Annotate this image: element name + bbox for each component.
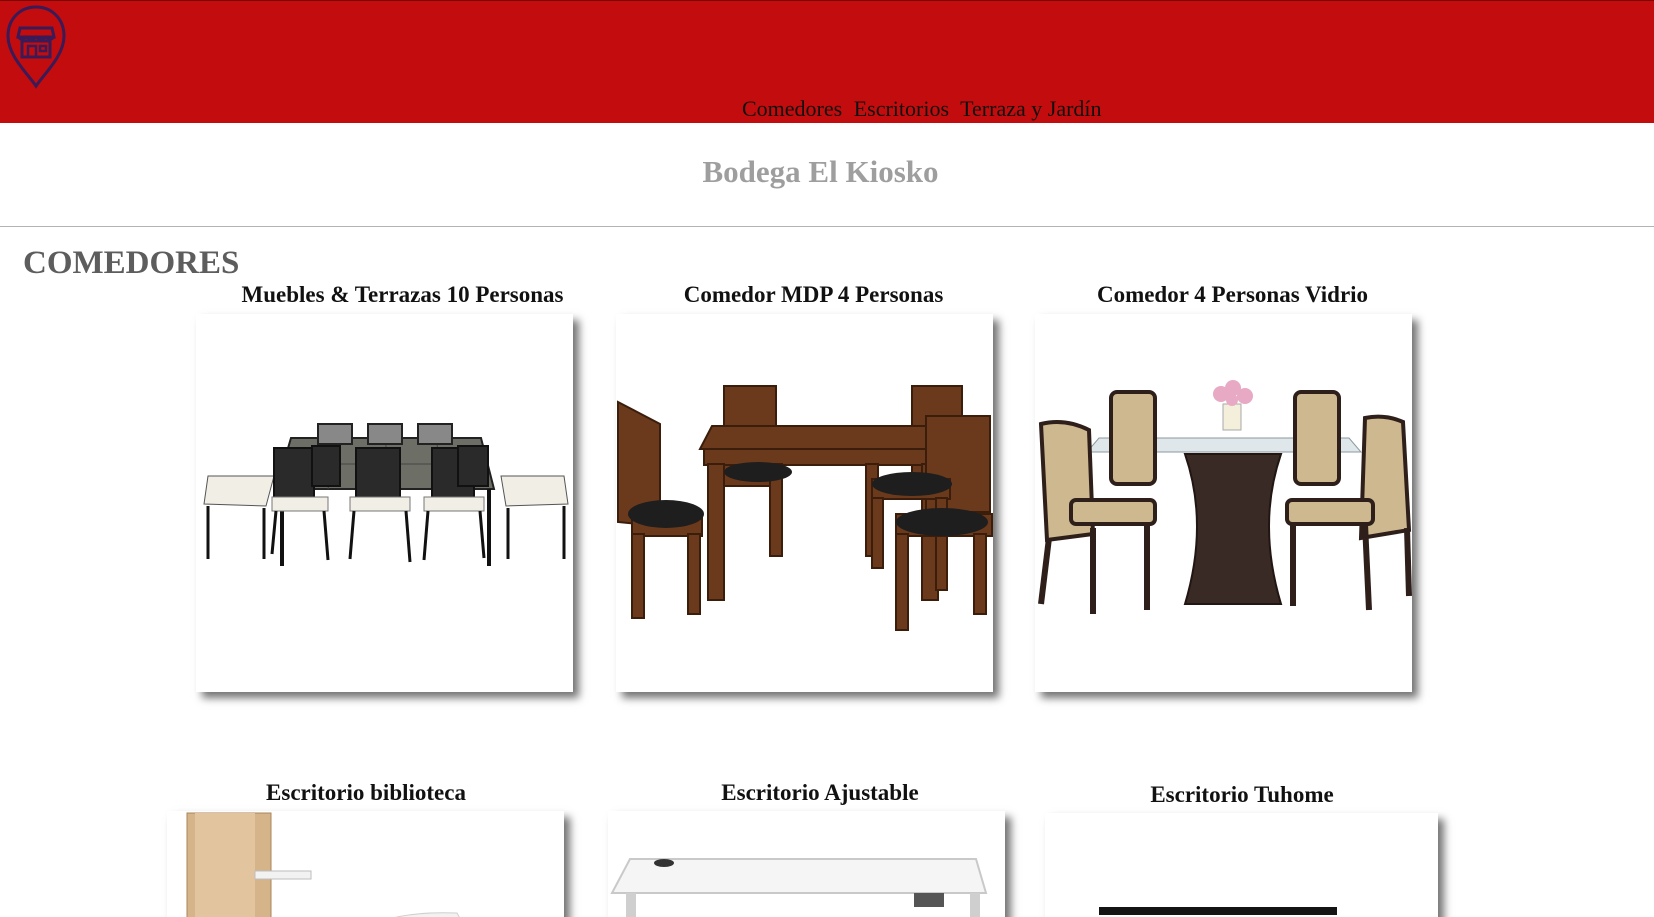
header-bar: Comedores Escritorios Terraza y Jardín	[0, 0, 1654, 123]
product-title: Escritorio biblioteca	[266, 780, 466, 805]
product-title: Muebles & Terrazas 10 Personas	[241, 282, 564, 307]
product-card-tuhome-desk[interactable]: Escritorio Tuhome	[1044, 778, 1440, 917]
tuhome-desk-image	[1099, 907, 1337, 915]
section-title-comedores: COMEDORES	[23, 245, 240, 281]
product-card-wood-set[interactable]: Comedor MDP 4 Personas	[614, 280, 997, 700]
page: Comedores Escritorios Terraza y Jardín B…	[0, 0, 1654, 917]
nav-link-comedores[interactable]: Comedores	[742, 96, 842, 121]
product-title: Escritorio Ajustable	[721, 780, 919, 805]
bookshelf-desk-image	[186, 812, 460, 917]
product-title: Comedor MDP 4 Personas	[683, 282, 944, 307]
product-image[interactable]	[616, 314, 993, 692]
product-card-glass-set[interactable]: Comedor 4 Personas Vidrio	[1033, 280, 1416, 700]
product-image[interactable]	[1035, 314, 1412, 692]
nav-link-terraza-jardin[interactable]: Terraza y Jardín	[960, 96, 1101, 121]
nav-link-escritorios[interactable]: Escritorios	[854, 96, 949, 121]
product-image[interactable]	[608, 811, 1005, 917]
product-card-bookshelf-desk[interactable]: Escritorio biblioteca	[166, 776, 566, 917]
glass-dining-set-image	[1038, 380, 1412, 614]
product-title: Escritorio Tuhome	[1150, 782, 1334, 807]
brand-title: Bodega El Kiosko	[702, 154, 939, 189]
product-image[interactable]	[196, 314, 573, 692]
patio-dining-set-image	[203, 423, 569, 566]
product-image[interactable]	[167, 811, 564, 917]
adjustable-desk-image	[610, 858, 988, 917]
store-location-pin-icon	[6, 5, 66, 89]
product-card-patio-set[interactable]: Muebles & Terrazas 10 Personas	[194, 280, 577, 700]
wooden-dining-set-image	[617, 385, 993, 631]
product-title: Comedor 4 Personas Vidrio	[1096, 282, 1369, 307]
main-nav: Comedores Escritorios Terraza y Jardín	[742, 96, 1102, 121]
product-image[interactable]	[1045, 813, 1438, 917]
product-card-adjustable-desk[interactable]: Escritorio Ajustable	[607, 776, 1009, 917]
store-logo[interactable]	[4, 4, 68, 90]
header-divider	[0, 226, 1654, 227]
